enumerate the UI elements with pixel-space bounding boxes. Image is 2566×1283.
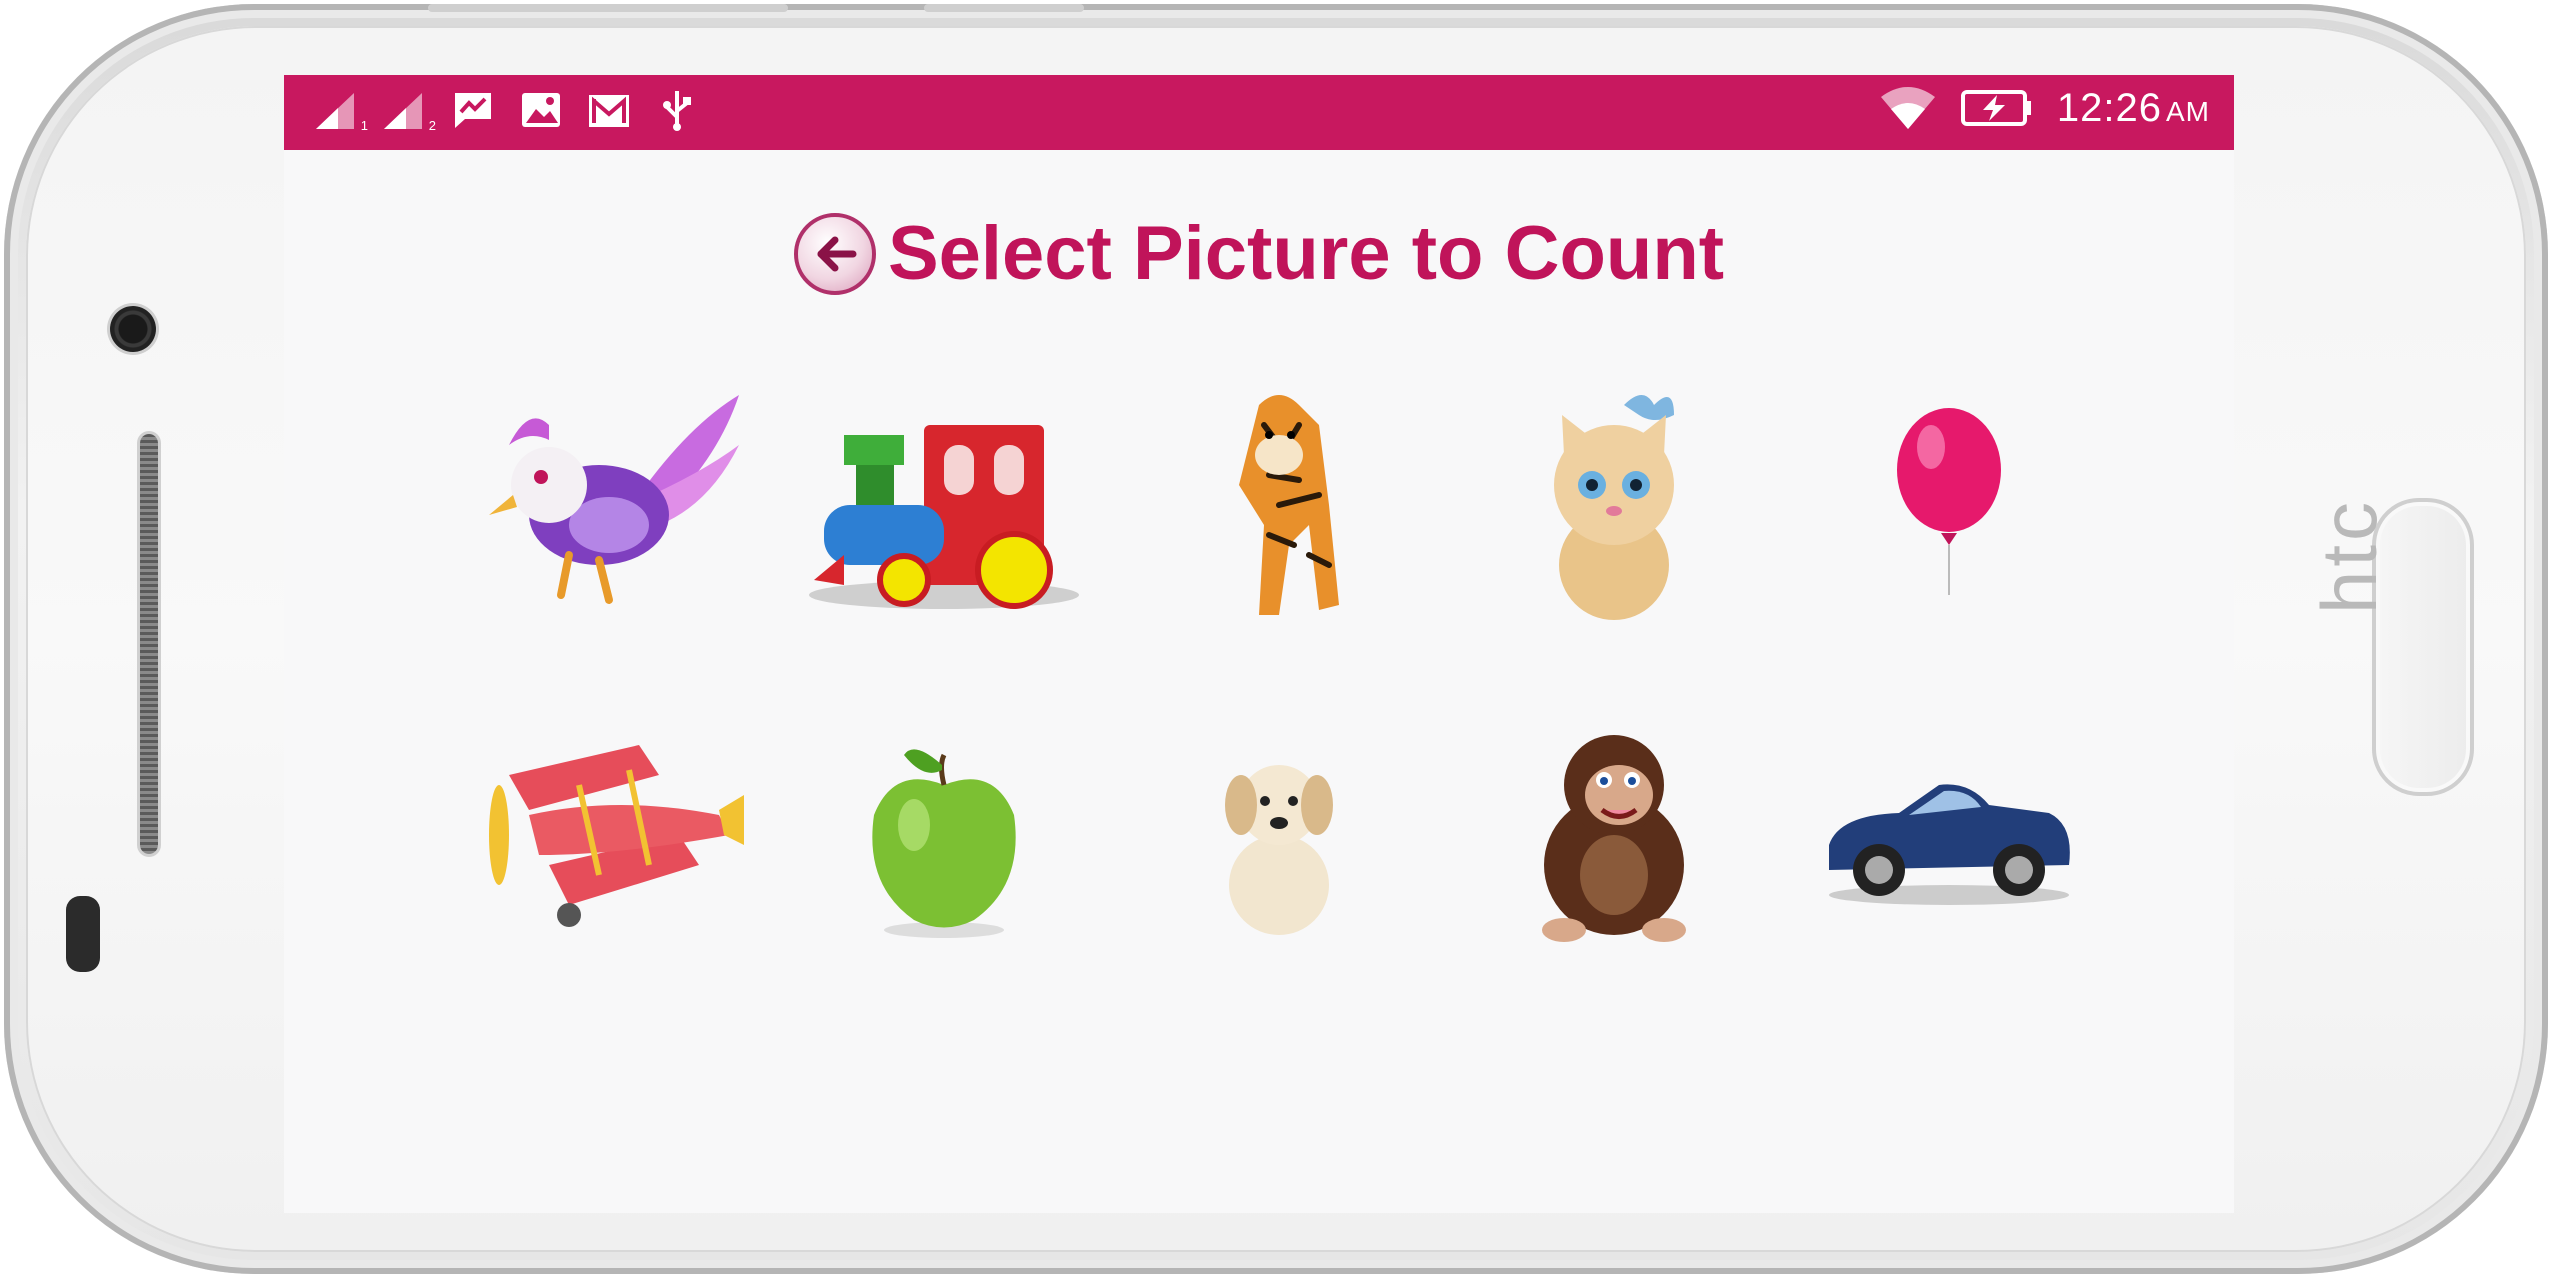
picture-bird[interactable] bbox=[459, 375, 759, 635]
back-arrow-icon bbox=[817, 236, 857, 271]
messenger-icon bbox=[450, 87, 496, 133]
picture-apple[interactable] bbox=[794, 705, 1094, 965]
airplane-icon bbox=[489, 745, 744, 927]
phone-frame: htc 1 2 12:26 AM Select Picture to Count bbox=[4, 4, 2548, 1274]
proximity-sensor bbox=[66, 896, 100, 972]
battery-charging-icon bbox=[1960, 88, 2033, 128]
signal-sim1-icon: 1 bbox=[314, 87, 368, 133]
wifi-icon bbox=[1879, 83, 1937, 133]
brand-logo: htc bbox=[2305, 497, 2393, 614]
puppy-icon bbox=[1225, 765, 1333, 935]
status-bar-left: 1 2 bbox=[314, 87, 700, 133]
top-edge-detail bbox=[924, 4, 1084, 12]
apple-icon bbox=[872, 749, 1016, 938]
car-icon bbox=[1829, 784, 2070, 905]
app-screen: 1 2 12:26 AM Select Picture to Count bbox=[284, 75, 2234, 1213]
train-icon bbox=[809, 425, 1079, 609]
balloon-icon bbox=[1897, 408, 2001, 595]
kitten-icon bbox=[1554, 395, 1674, 620]
gmail-icon bbox=[586, 87, 632, 133]
picture-car[interactable] bbox=[1799, 705, 2099, 965]
gallery-icon bbox=[518, 87, 564, 133]
usb-icon bbox=[654, 87, 700, 133]
picture-gorilla[interactable] bbox=[1464, 705, 1764, 965]
clock-ampm: AM bbox=[2166, 95, 2210, 127]
picture-airplane[interactable] bbox=[459, 705, 759, 965]
sim1-label: 1 bbox=[360, 118, 368, 133]
sim2-label: 2 bbox=[428, 118, 436, 133]
top-edge-detail bbox=[428, 4, 788, 12]
page-title: Select Picture to Count bbox=[887, 211, 1725, 296]
clock: 12:26 AM bbox=[2057, 86, 2210, 131]
tiger-icon bbox=[1239, 395, 1339, 615]
speaker-grille bbox=[140, 434, 158, 854]
signal-sim2-icon: 2 bbox=[382, 87, 436, 133]
picture-kitten[interactable] bbox=[1464, 375, 1764, 635]
gorilla-icon bbox=[1542, 735, 1686, 942]
front-camera bbox=[110, 306, 156, 352]
picture-train[interactable] bbox=[794, 375, 1094, 635]
picture-tiger[interactable] bbox=[1129, 375, 1429, 635]
status-bar: 1 2 12:26 AM bbox=[284, 75, 2234, 150]
picture-puppy[interactable] bbox=[1129, 705, 1429, 965]
picture-balloon[interactable] bbox=[1799, 375, 2099, 635]
back-button[interactable] bbox=[793, 212, 876, 295]
clock-time: 12:26 bbox=[2056, 85, 2162, 130]
bird-icon bbox=[489, 395, 739, 604]
page-header: Select Picture to Count bbox=[284, 210, 2234, 297]
status-bar-right: 12:26 AM bbox=[1879, 83, 2210, 133]
